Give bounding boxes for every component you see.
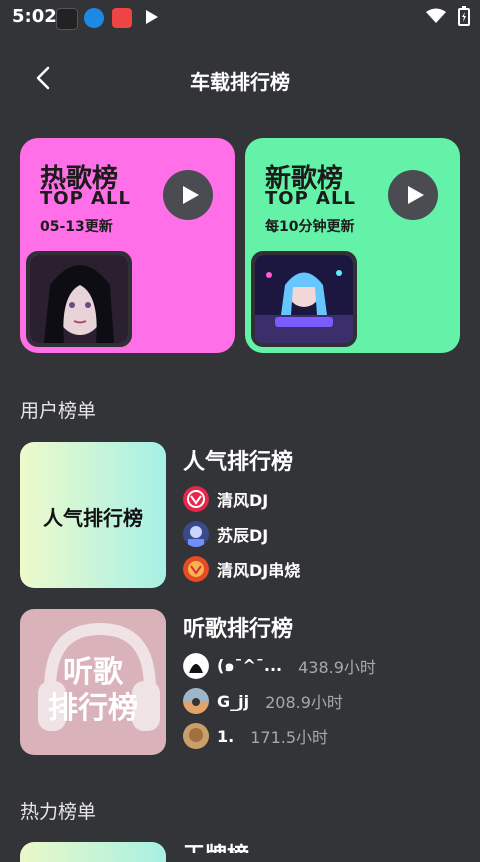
entry-name: 清风DJ	[217, 491, 269, 510]
card-cover-image	[251, 251, 357, 347]
listening-chart-item[interactable]: 听歌 排行榜 听歌排行榜 (๑ˉ^ˉ... 438.9小时 G_jj 208.9…	[20, 609, 460, 755]
hot-chart-cover-partial[interactable]	[20, 842, 166, 862]
list-entry[interactable]: 苏辰DJ	[183, 521, 268, 547]
app-notification-icon	[56, 8, 78, 30]
hot-songs-chart-card[interactable]: 热歌榜 TOP ALL 05-13更新	[20, 138, 235, 353]
avatar	[183, 723, 209, 749]
status-bar: 5:02	[0, 0, 480, 34]
popularity-chart-item[interactable]: 人气排行榜 人气排行榜 清风DJ 苏辰DJ 清风DJ串烧	[20, 442, 460, 588]
battery-icon	[458, 6, 470, 26]
header: 车载排行榜	[0, 60, 480, 100]
download-icon	[84, 8, 104, 28]
section-title-hot-charts: 热力榜单	[20, 801, 97, 823]
avatar	[183, 653, 209, 679]
section-title-user-charts: 用户榜单	[20, 400, 97, 422]
play-store-icon	[146, 10, 158, 24]
new-songs-chart-card[interactable]: 新歌榜 TOP ALL 每10分钟更新	[245, 138, 460, 353]
cover-text: 人气排行榜	[43, 506, 143, 530]
list-title: 听歌排行榜	[183, 617, 294, 642]
list-title: 人气排行榜	[183, 450, 294, 475]
cover-text: 排行榜	[48, 691, 138, 726]
entry-name: G_jj	[217, 691, 250, 711]
entry-name: (๑ˉ^ˉ...	[217, 655, 283, 675]
play-button[interactable]	[388, 170, 438, 220]
entry-name: 苏辰DJ	[217, 526, 269, 545]
page-title: 车载排行榜	[190, 70, 290, 94]
app-badge-icon	[112, 8, 132, 28]
list-entry[interactable]: 清风DJ	[183, 486, 268, 512]
list-entry[interactable]: G_jj 208.9小时	[183, 688, 343, 714]
wifi-icon	[426, 8, 446, 23]
list-entry[interactable]: 1. 171.5小时	[183, 723, 328, 749]
card-update-text: 05-13更新	[40, 219, 113, 235]
popularity-chart-cover: 人气排行榜	[20, 442, 166, 588]
list-entry[interactable]: (๑ˉ^ˉ... 438.9小时	[183, 653, 376, 679]
avatar	[183, 688, 209, 714]
listening-hours: 208.9小时	[265, 693, 343, 712]
listening-hours: 171.5小时	[250, 728, 329, 747]
hot-chart-title-partial: 王牌榜	[183, 838, 249, 853]
list-entry[interactable]: 清风DJ串烧	[183, 556, 300, 582]
status-time: 5:02	[12, 6, 57, 27]
card-subtitle: TOP ALL	[265, 188, 356, 209]
play-button[interactable]	[163, 170, 213, 220]
card-cover-image	[26, 251, 132, 347]
entry-name: 1.	[217, 726, 235, 746]
listening-hours: 438.9小时	[298, 658, 376, 677]
card-subtitle: TOP ALL	[40, 188, 131, 209]
avatar	[183, 486, 209, 512]
listening-chart-cover: 听歌 排行榜	[20, 609, 166, 755]
avatar	[183, 521, 209, 547]
entry-name: 清风DJ串烧	[217, 561, 301, 580]
avatar	[183, 556, 209, 582]
card-update-text: 每10分钟更新	[265, 219, 355, 235]
